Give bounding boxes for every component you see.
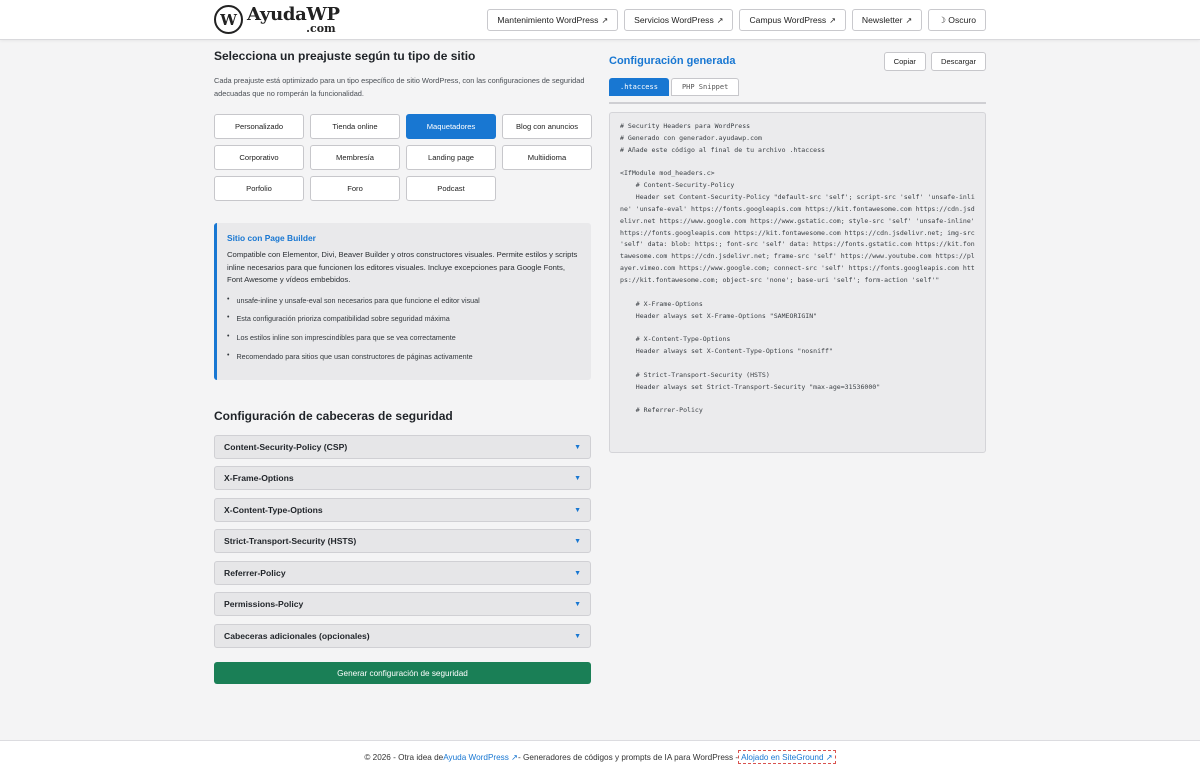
- preset-info-box: Sitio con Page Builder Compatible con El…: [214, 223, 591, 380]
- preset-multiidioma[interactable]: Multiidioma: [502, 145, 592, 170]
- preset-foro[interactable]: Foro: [310, 176, 400, 201]
- chevron-down-icon: ▼: [574, 474, 581, 482]
- external-link-icon: ↗: [829, 15, 836, 25]
- chevron-down-icon: ▼: [574, 569, 581, 577]
- preset-grid: Personalizado Tienda online Maquetadores…: [214, 114, 592, 201]
- presets-intro: Cada preajuste está optimizado para un t…: [214, 76, 585, 98]
- headers-section-title: Configuración de cabeceras de seguridad: [214, 409, 453, 423]
- chevron-down-icon: ▼: [574, 600, 581, 608]
- output-title: Configuración generada: [609, 55, 736, 67]
- info-description: Compatible con Elementor, Divi, Beaver B…: [227, 250, 578, 285]
- code-text: # Security Headers para WordPress # Gene…: [620, 122, 975, 415]
- footer-siteground-link[interactable]: Alojado en SiteGround ↗: [738, 750, 836, 764]
- list-item: • Recomendado para sitios que usan constr…: [227, 351, 473, 361]
- tab-divider: [609, 102, 986, 104]
- preset-membresia[interactable]: Membresía: [310, 145, 400, 170]
- accordion-permissions-policy[interactable]: Permissions-Policy ▼: [214, 592, 591, 616]
- preset-tienda-online[interactable]: Tienda online: [310, 114, 400, 139]
- external-link-icon: ↗: [716, 15, 724, 25]
- accordion-referrer-policy[interactable]: Referrer-Policy ▼: [214, 561, 591, 585]
- preset-porfolio[interactable]: Porfolio: [214, 176, 304, 201]
- external-link-icon: ↗: [601, 15, 609, 25]
- code-output[interactable]: # Security Headers para WordPress # Gene…: [609, 112, 986, 453]
- page-footer: © 2026 - Otra idea de Ayuda WordPress ↗ …: [0, 740, 1200, 773]
- accordion-hsts[interactable]: Strict-Transport-Security (HSTS) ▼: [214, 529, 591, 553]
- site-logo[interactable]: W AyudaWP .com: [214, 5, 340, 34]
- list-item: • Los estilos inline son imprescindibles …: [227, 333, 456, 343]
- accordion-x-frame-options[interactable]: X-Frame-Options ▼: [214, 466, 591, 490]
- nav-servicios-button[interactable]: Servicios WordPress ↗: [624, 9, 734, 31]
- footer-prefix: © 2026 - Otra idea de: [364, 752, 444, 762]
- logo-name: AyudaWP: [247, 3, 340, 25]
- info-bullets: • unsafe-inline y unsafe-eval son necesar…: [227, 296, 579, 371]
- chevron-down-icon: ▼: [574, 506, 581, 514]
- output-tabs: .htaccess PHP Snippet: [609, 78, 740, 96]
- info-title: Sitio con Page Builder: [227, 233, 316, 243]
- top-header: W AyudaWP .com Mantenimiento WordPress ↗ …: [0, 0, 1200, 40]
- accordion-csp[interactable]: Content-Security-Policy (CSP) ▼: [214, 435, 591, 459]
- preset-maquetadores[interactable]: Maquetadores: [406, 114, 496, 139]
- nav-mantenimiento-button[interactable]: Mantenimiento WordPress ↗: [487, 9, 619, 31]
- preset-blog-con-anuncios[interactable]: Blog con anuncios: [502, 114, 592, 139]
- generate-config-button[interactable]: Generar configuración de seguridad: [214, 662, 591, 684]
- accordion-additional-headers[interactable]: Cabeceras adicionales (opcionales) ▼: [214, 624, 591, 648]
- preset-personalizado[interactable]: Personalizado: [214, 114, 304, 139]
- copy-button[interactable]: Copiar: [883, 52, 926, 71]
- nav-newsletter-button[interactable]: Newsletter ↗: [851, 9, 923, 31]
- dark-mode-toggle[interactable]: ☽ Oscuro: [928, 9, 986, 31]
- tab-php-snippet[interactable]: PHP Snippet: [670, 78, 740, 96]
- download-button[interactable]: Descargar: [930, 52, 986, 71]
- output-actions: Copiar Descargar: [883, 52, 986, 71]
- list-item: • Esta configuración prioriza compatibili…: [227, 314, 450, 324]
- accordion-x-content-type-options[interactable]: X-Content-Type-Options ▼: [214, 498, 591, 522]
- footer-middle: - Generadores de códigos y prompts de IA…: [518, 752, 739, 762]
- preset-corporativo[interactable]: Corporativo: [214, 145, 304, 170]
- chevron-down-icon: ▼: [574, 537, 581, 545]
- top-nav: Mantenimiento WordPress ↗ Servicios WordP…: [487, 9, 986, 31]
- wordpress-logo-icon: W: [214, 5, 243, 34]
- preset-landing-page[interactable]: Landing page: [406, 145, 496, 170]
- footer-ayuda-link[interactable]: Ayuda WordPress ↗: [443, 752, 518, 762]
- nav-campus-button[interactable]: Campus WordPress ↗: [739, 9, 846, 31]
- tab-htaccess[interactable]: .htaccess: [609, 78, 669, 96]
- list-item: • unsafe-inline y unsafe-eval son necesar…: [227, 295, 480, 305]
- chevron-down-icon: ▼: [574, 632, 581, 640]
- chevron-down-icon: ▼: [574, 443, 581, 451]
- presets-title: Selecciona un preajuste según tu tipo de…: [214, 49, 476, 63]
- preset-podcast[interactable]: Podcast: [406, 176, 496, 201]
- external-link-icon: ↗: [905, 15, 913, 25]
